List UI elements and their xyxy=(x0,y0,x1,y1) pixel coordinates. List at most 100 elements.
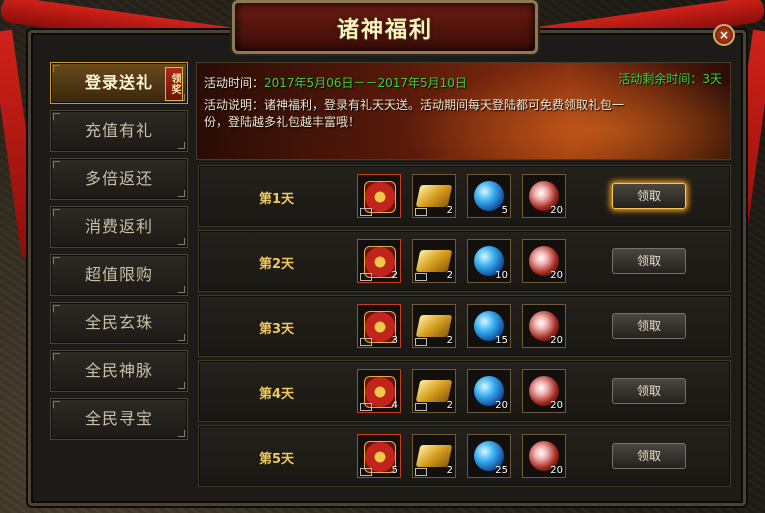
reward-slot[interactable]: 20 xyxy=(467,369,511,413)
item-count: 20 xyxy=(495,400,508,411)
reward-slot[interactable]: 4 xyxy=(357,369,401,413)
sidebar-item-limited-purchase[interactable]: 超值限购 xyxy=(50,254,188,296)
bind-mark-icon xyxy=(415,338,427,346)
reward-slot[interactable]: 5 xyxy=(467,174,511,218)
gold-bars-icon xyxy=(415,445,453,467)
corner-ornament xyxy=(178,142,185,149)
corner-ornament xyxy=(53,353,60,360)
gold-bars-icon xyxy=(415,380,453,402)
reward-slot[interactable]: 20 xyxy=(522,239,566,283)
event-time: 活动时间：2017年5月06日－－2017年5月10日 xyxy=(204,74,467,91)
reward-slot[interactable]: 20 xyxy=(522,304,566,348)
item-count: 20 xyxy=(550,465,563,476)
sidebar: 登录送礼 领奖 充值有礼 多倍返还 消费返利 超值限购 全民玄珠 全民神脉 全民… xyxy=(50,62,190,446)
event-time-value: 2017年5月06日－－2017年5月10日 xyxy=(264,76,467,90)
bind-mark-icon xyxy=(360,468,372,476)
reward-slot[interactable] xyxy=(357,174,401,218)
sidebar-item-label: 充值有礼 xyxy=(84,121,153,140)
sidebar-item-treasure-hunt[interactable]: 全民寻宝 xyxy=(50,398,188,440)
reward-slot[interactable]: 3 xyxy=(357,304,401,348)
reward-row-day-4: 第4天 4 2 20 20 领取 xyxy=(198,360,731,422)
bind-mark-icon xyxy=(415,208,427,216)
day-label: 第5天 xyxy=(259,452,295,467)
window-title: 诸神福利 xyxy=(336,18,433,43)
reward-slot[interactable]: 20 xyxy=(522,174,566,218)
sidebar-item-label: 消费返利 xyxy=(84,217,153,236)
sidebar-item-label: 全民神脉 xyxy=(84,361,153,380)
corner-ornament xyxy=(178,382,185,389)
gold-bars-icon xyxy=(415,185,453,207)
corner-ornament xyxy=(53,113,60,120)
remaining-time-value: 3天 xyxy=(702,72,722,86)
reward-slot[interactable]: 5 xyxy=(357,434,401,478)
bind-mark-icon xyxy=(415,403,427,411)
claim-button[interactable]: 领取 xyxy=(612,248,686,274)
item-count: 2 xyxy=(391,270,398,281)
remaining-time: 活动剩余时间：3天 xyxy=(618,70,722,87)
item-count: 2 xyxy=(446,400,453,411)
item-count: 20 xyxy=(550,205,563,216)
item-count: 5 xyxy=(391,465,398,476)
reward-slot[interactable]: 2 xyxy=(412,369,456,413)
item-count: 20 xyxy=(550,270,563,281)
day-label: 第4天 xyxy=(259,387,295,402)
reward-slot[interactable]: 20 xyxy=(522,369,566,413)
bind-mark-icon xyxy=(360,273,372,281)
item-count: 3 xyxy=(391,335,398,346)
reward-slot[interactable]: 2 xyxy=(357,239,401,283)
sidebar-item-multi-return[interactable]: 多倍返还 xyxy=(50,158,188,200)
bind-mark-icon xyxy=(360,403,372,411)
item-count: 10 xyxy=(495,270,508,281)
claim-button[interactable]: 领取 xyxy=(612,313,686,339)
sidebar-item-spend-rebate[interactable]: 消费返利 xyxy=(50,206,188,248)
bind-mark-icon xyxy=(415,273,427,281)
sidebar-item-login-gift[interactable]: 登录送礼 领奖 xyxy=(50,62,188,104)
reward-slot[interactable]: 20 xyxy=(522,434,566,478)
corner-ornament xyxy=(53,209,60,216)
corner-ornament xyxy=(178,286,185,293)
blue-orb-icon xyxy=(474,181,504,211)
event-banner: 活动时间：2017年5月06日－－2017年5月10日 活动剩余时间：3天 活动… xyxy=(196,62,731,160)
item-count: 5 xyxy=(501,205,508,216)
reward-row-day-5: 第5天 5 2 25 20 领取 xyxy=(198,425,731,487)
gold-bars-icon xyxy=(415,315,453,337)
sidebar-item-label: 超值限购 xyxy=(84,265,153,284)
claim-button[interactable]: 领取 xyxy=(612,378,686,404)
reward-slot[interactable]: 2 xyxy=(412,434,456,478)
sidebar-item-recharge-gift[interactable]: 充值有礼 xyxy=(50,110,188,152)
corner-ornament xyxy=(53,257,60,264)
corner-ornament xyxy=(53,65,60,72)
bind-mark-icon xyxy=(360,208,372,216)
claim-button[interactable]: 领取 xyxy=(612,183,686,209)
item-count: 2 xyxy=(446,335,453,346)
sidebar-item-mystic-pearl[interactable]: 全民玄珠 xyxy=(50,302,188,344)
corner-ornament xyxy=(178,190,185,197)
reward-slot[interactable]: 25 xyxy=(467,434,511,478)
reward-slot[interactable]: 2 xyxy=(412,239,456,283)
reward-row-day-3: 第3天 3 2 15 20 领取 xyxy=(198,295,731,357)
item-count: 20 xyxy=(550,400,563,411)
corner-ornament xyxy=(53,305,60,312)
corner-ornament xyxy=(178,430,185,437)
remaining-time-label: 活动剩余时间： xyxy=(618,72,703,86)
event-time-label: 活动时间： xyxy=(204,76,265,90)
reward-slot[interactable]: 15 xyxy=(467,304,511,348)
sidebar-item-divine-vein[interactable]: 全民神脉 xyxy=(50,350,188,392)
day-label: 第1天 xyxy=(259,192,295,207)
corner-ornament xyxy=(178,334,185,341)
day-label: 第3天 xyxy=(259,322,295,337)
claim-button[interactable]: 领取 xyxy=(612,443,686,469)
gold-bars-icon xyxy=(415,250,453,272)
corner-ornament xyxy=(53,161,60,168)
corner-ornament xyxy=(53,401,60,408)
claim-tag-badge: 领奖 xyxy=(165,67,183,101)
close-button[interactable]: × xyxy=(713,24,735,46)
item-count: 2 xyxy=(446,205,453,216)
reward-slot[interactable]: 2 xyxy=(412,304,456,348)
reward-slot[interactable]: 10 xyxy=(467,239,511,283)
item-count: 4 xyxy=(391,400,398,411)
corner-ornament xyxy=(178,238,185,245)
day-label: 第2天 xyxy=(259,257,295,272)
event-desc-text: 诸神福利，登录有礼天天送。活动期间每天登陆都可免费领取礼包一份，登陆越多礼包越丰… xyxy=(204,98,625,129)
reward-slot[interactable]: 2 xyxy=(412,174,456,218)
